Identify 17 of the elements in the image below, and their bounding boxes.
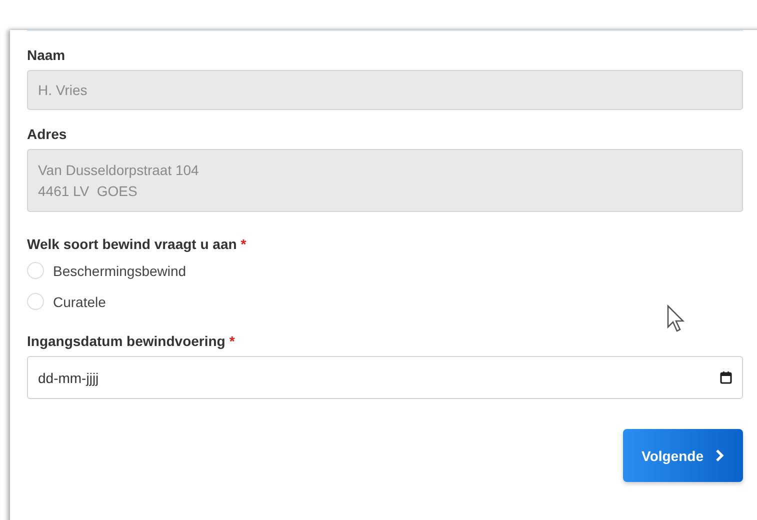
mouse-pointer-icon	[666, 304, 686, 334]
field-label: Ingangsdatum bewindvoering	[27, 333, 226, 349]
calendar-icon[interactable]	[720, 371, 732, 384]
next-button[interactable]: Volgende	[623, 429, 743, 482]
field-label: Welk soort bewind vraagt u aan	[27, 236, 237, 252]
field-label: Adres	[27, 126, 67, 142]
radio-label[interactable]: Curatele	[53, 294, 106, 310]
required-mark: *	[240, 236, 246, 252]
address-line: 4461 LV GOES	[38, 182, 138, 200]
radio-label[interactable]: Beschermingsbewind	[53, 262, 186, 278]
field-label: Naam	[27, 47, 66, 63]
date-field[interactable]: dd-mm-jjjj	[27, 356, 743, 399]
required-mark: *	[229, 333, 235, 349]
radio-button[interactable]	[27, 293, 44, 310]
address-line: Van Dusseldorpstraat 104	[38, 162, 199, 178]
chevron-icon	[715, 449, 724, 462]
radio-button[interactable]	[27, 262, 44, 279]
